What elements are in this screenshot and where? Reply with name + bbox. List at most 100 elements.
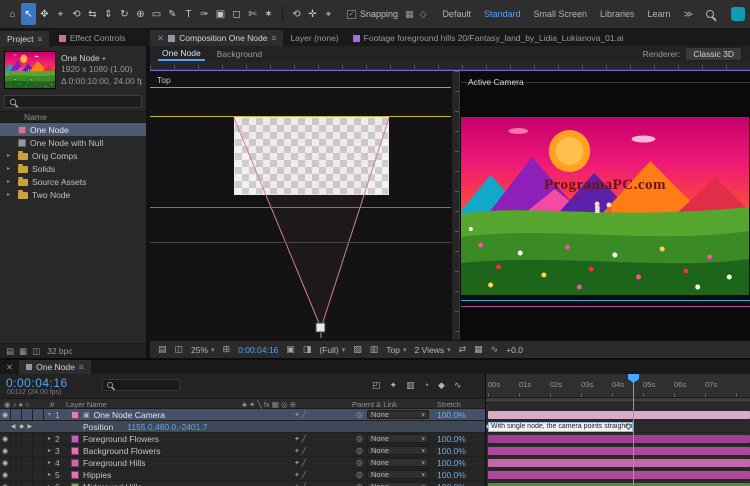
tab-effect-controls[interactable]: Effect Controls bbox=[52, 30, 133, 46]
timeline-toggle-icon[interactable]: ◔ bbox=[424, 380, 429, 391]
timeline-layer-row[interactable]: ◉ ▸ 4 Foreground Hills ✦ ╱ ◎ None▾ bbox=[0, 457, 485, 469]
stretch-value[interactable]: 100.0% bbox=[437, 469, 485, 480]
active-camera-viewport[interactable]: Active Camera ProgramaPC.com bbox=[452, 71, 750, 340]
clone-stamp-tool[interactable]: ▣ bbox=[213, 3, 228, 25]
parent-link-dropdown[interactable]: None▾ bbox=[367, 470, 429, 479]
workspace-overflow-icon[interactable]: ≫ bbox=[684, 9, 693, 20]
stretch-value[interactable]: 100.0% bbox=[437, 445, 485, 456]
panel-menu-icon[interactable]: ≡ bbox=[37, 34, 42, 44]
eye-toggle[interactable]: ◉ bbox=[0, 481, 11, 486]
twirl-icon[interactable]: ▸ bbox=[7, 152, 14, 159]
snap-option-icon[interactable]: ◇ bbox=[420, 9, 427, 20]
always-preview-icon[interactable]: ▤ bbox=[158, 344, 167, 355]
twirl-icon[interactable]: ▸ bbox=[44, 457, 55, 468]
twirl-icon[interactable]: ▸ bbox=[7, 178, 14, 185]
home-icon[interactable]: ⌂ bbox=[5, 3, 20, 25]
timeline-toggle-icon[interactable]: ◰ bbox=[372, 380, 381, 391]
project-item[interactable]: ▸ Orig Comps bbox=[0, 149, 146, 162]
layer-name-column-header[interactable]: Layer Name bbox=[66, 400, 107, 409]
lock-toggle[interactable] bbox=[33, 457, 44, 468]
lock-toggle[interactable] bbox=[33, 445, 44, 456]
timeline-layer-row[interactable]: ◉ ▾ 1 ▣ One Node Camera ✦ ╱ ◎ None bbox=[0, 409, 485, 421]
rotation-tool[interactable]: ↻ bbox=[117, 3, 132, 25]
workspace-tab[interactable]: Default bbox=[442, 9, 471, 19]
workspace-tab[interactable]: Standard bbox=[484, 9, 521, 19]
parent-link-dropdown[interactable]: None▾ bbox=[367, 458, 429, 467]
show-channel-icon[interactable]: ◨ bbox=[303, 344, 312, 355]
solo-toggle[interactable] bbox=[22, 409, 33, 420]
pen-tool[interactable]: ✎ bbox=[165, 3, 180, 25]
workspace-tab[interactable]: Small Screen bbox=[534, 9, 588, 19]
dolly-camera-tool[interactable]: ⇕ bbox=[101, 3, 116, 25]
layer-name[interactable]: Foreground Hills bbox=[81, 457, 288, 468]
label-color-swatch[interactable] bbox=[71, 411, 79, 419]
parent-pickwhip-icon[interactable]: ◎ bbox=[352, 457, 367, 468]
orbit-camera-tool[interactable]: ⟲ bbox=[69, 3, 84, 25]
parent-link-dropdown[interactable]: None▾ bbox=[367, 446, 429, 455]
project-footer-icon[interactable]: ◫ bbox=[32, 346, 40, 357]
brush-tool[interactable]: ✑ bbox=[197, 3, 212, 25]
solo-toggle[interactable] bbox=[22, 469, 33, 480]
project-search-input[interactable] bbox=[4, 95, 142, 108]
comp-nav-current[interactable]: One Node bbox=[158, 47, 205, 61]
eraser-tool[interactable]: ◻ bbox=[229, 3, 244, 25]
close-icon[interactable]: ✕ bbox=[6, 362, 13, 373]
pan-behind-tool[interactable]: ⊕ bbox=[133, 3, 148, 25]
layer-duration-bar[interactable] bbox=[488, 471, 750, 479]
exposure-value[interactable]: +0.0 bbox=[506, 345, 523, 355]
audio-toggle[interactable] bbox=[11, 445, 22, 456]
layer-switches[interactable]: ✦ ╱ bbox=[288, 469, 352, 480]
snapping-checkbox[interactable]: ✓ bbox=[347, 10, 356, 19]
parent-pickwhip-icon[interactable]: ◎ bbox=[352, 481, 367, 486]
audio-toggle[interactable] bbox=[11, 457, 22, 468]
tab-layer[interactable]: Layer (none) bbox=[283, 30, 345, 46]
project-footer-icon[interactable]: ▦ bbox=[19, 346, 27, 357]
selected-comp-name[interactable]: One Node ▾ bbox=[61, 53, 142, 64]
stretch-value[interactable]: 100.0% bbox=[437, 481, 485, 486]
layer-name[interactable]: Foreground Flowers bbox=[81, 433, 288, 444]
view-layout-dropdown[interactable]: 2 Views▾ bbox=[414, 345, 450, 355]
shape-tool[interactable]: ▭ bbox=[149, 3, 164, 25]
renderer-button[interactable]: Classic 3D bbox=[685, 47, 742, 61]
audio-toggle[interactable] bbox=[11, 469, 22, 480]
playhead-line[interactable] bbox=[633, 374, 634, 486]
vertical-ruler[interactable] bbox=[452, 71, 460, 340]
parent-pickwhip-icon[interactable]: ◎ bbox=[352, 445, 367, 456]
layer-duration-bar[interactable] bbox=[488, 447, 750, 455]
project-item[interactable]: ▸ Solids bbox=[0, 162, 146, 175]
stretch-value[interactable]: 100.0% bbox=[437, 409, 485, 420]
label-color-swatch[interactable] bbox=[71, 435, 79, 443]
zoom-tool[interactable]: ⌖ bbox=[53, 3, 68, 25]
parent-link-dropdown[interactable]: None▾ bbox=[367, 482, 429, 486]
snapshot-icon[interactable]: ▣ bbox=[286, 344, 295, 355]
twirl-icon[interactable]: ▸ bbox=[44, 445, 55, 456]
eye-toggle[interactable]: ◉ bbox=[0, 409, 11, 420]
3d-view-dropdown[interactable]: Top▾ bbox=[386, 345, 406, 355]
solo-toggle[interactable] bbox=[22, 481, 33, 486]
twirl-icon[interactable]: ▸ bbox=[44, 481, 55, 486]
eye-toggle[interactable]: ◉ bbox=[0, 433, 11, 444]
timeline-search-input[interactable] bbox=[102, 379, 180, 391]
twirl-icon[interactable]: ▾ bbox=[44, 409, 55, 420]
panel-menu-icon[interactable]: ≡ bbox=[79, 362, 84, 372]
stretch-value[interactable]: 100.0% bbox=[437, 457, 485, 468]
current-time-display[interactable]: 0:00:04:16 bbox=[6, 376, 68, 390]
top-viewport[interactable]: Top bbox=[150, 71, 451, 340]
dolly-towards-cursor-tool[interactable]: ⌖ bbox=[321, 3, 336, 25]
parent-pickwhip-icon[interactable]: ◎ bbox=[352, 433, 367, 444]
audio-toggle[interactable] bbox=[11, 409, 22, 420]
grid-guides-icon[interactable]: ◫ bbox=[175, 344, 184, 355]
audio-toggle[interactable] bbox=[11, 433, 22, 444]
twirl-icon[interactable]: ▸ bbox=[44, 433, 55, 444]
layer-duration-bar[interactable] bbox=[488, 435, 750, 443]
project-item[interactable]: ▸ Two Node bbox=[0, 188, 146, 201]
mask-visibility-icon[interactable]: ⊞ bbox=[223, 344, 231, 355]
workspace-tab[interactable]: Libraries bbox=[600, 9, 635, 19]
parent-pickwhip-icon[interactable]: ◎ bbox=[352, 409, 367, 420]
roto-brush-tool[interactable]: ✄ bbox=[245, 3, 260, 25]
label-color-swatch[interactable] bbox=[71, 459, 79, 467]
panel-menu-icon[interactable]: ≡ bbox=[271, 33, 276, 43]
time-ruler[interactable]: 00s01s02s03s04s05s06s07s bbox=[486, 374, 750, 398]
eye-toggle[interactable]: ◉ bbox=[0, 457, 11, 468]
lock-toggle[interactable] bbox=[33, 469, 44, 480]
